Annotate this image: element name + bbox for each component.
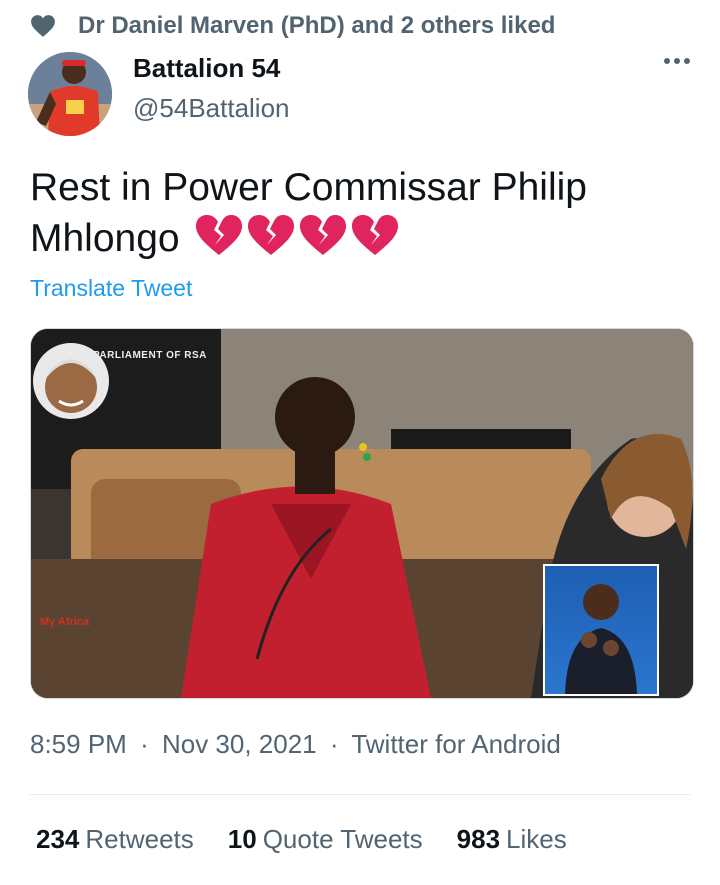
broken-heart-emojis	[194, 213, 400, 257]
more-options-icon[interactable]	[664, 58, 690, 64]
tweet-meta: 8:59 PM · Nov 30, 2021 · Twitter for And…	[30, 729, 561, 760]
avatar[interactable]	[28, 52, 112, 136]
likes-count: 983	[456, 824, 501, 854]
heart-icon	[31, 15, 55, 37]
author-name[interactable]: Battalion 54	[133, 53, 280, 84]
tweet-stats: 234 Retweets 10 Quote Tweets 983 Likes	[36, 824, 567, 855]
meta-separator: ·	[329, 729, 339, 759]
quote-tweets-stat[interactable]: 10 Quote Tweets	[228, 824, 423, 855]
tweet-source: Twitter for Android	[351, 729, 561, 759]
retweets-count: 234	[36, 824, 80, 854]
sign-language-interpreter-inset	[543, 564, 659, 696]
retweets-stat[interactable]: 234 Retweets	[36, 824, 194, 855]
social-context-text: Dr Daniel Marven (PhD) and 2 others like…	[78, 12, 556, 39]
tweet-time[interactable]: 8:59 PM	[30, 729, 127, 759]
tweet-media-video[interactable]: Parliament of RSA My Africa	[30, 328, 694, 699]
tweet-text: Rest in Power Commissar Philip Mhlongo	[30, 163, 690, 264]
social-context[interactable]: Dr Daniel Marven (PhD) and 2 others like…	[30, 10, 555, 42]
likes-label: Likes	[506, 824, 567, 854]
more-dot	[684, 58, 690, 64]
divider	[30, 794, 690, 795]
translate-tweet-link[interactable]: Translate Tweet	[30, 275, 192, 302]
avatar-image	[28, 52, 112, 136]
retweets-label: Retweets	[85, 824, 194, 854]
tweet-date[interactable]: Nov 30, 2021	[162, 729, 317, 759]
my-africa-label: My Africa	[40, 616, 90, 628]
meta-separator: ·	[140, 729, 149, 759]
broken-heart-icon	[196, 215, 243, 255]
broken-heart-icon	[352, 215, 399, 255]
more-dot	[664, 58, 670, 64]
author-handle[interactable]: @54Battalion	[133, 93, 290, 124]
more-dot	[674, 58, 680, 64]
broken-heart-icon	[300, 215, 347, 255]
quote-tweets-count: 10	[227, 824, 257, 854]
likes-stat[interactable]: 983 Likes	[457, 824, 567, 855]
interpreter-image	[565, 584, 637, 694]
quote-tweets-label: Quote Tweets	[262, 824, 423, 854]
my-africa-badge	[33, 343, 109, 419]
broken-heart-icon	[248, 215, 295, 255]
